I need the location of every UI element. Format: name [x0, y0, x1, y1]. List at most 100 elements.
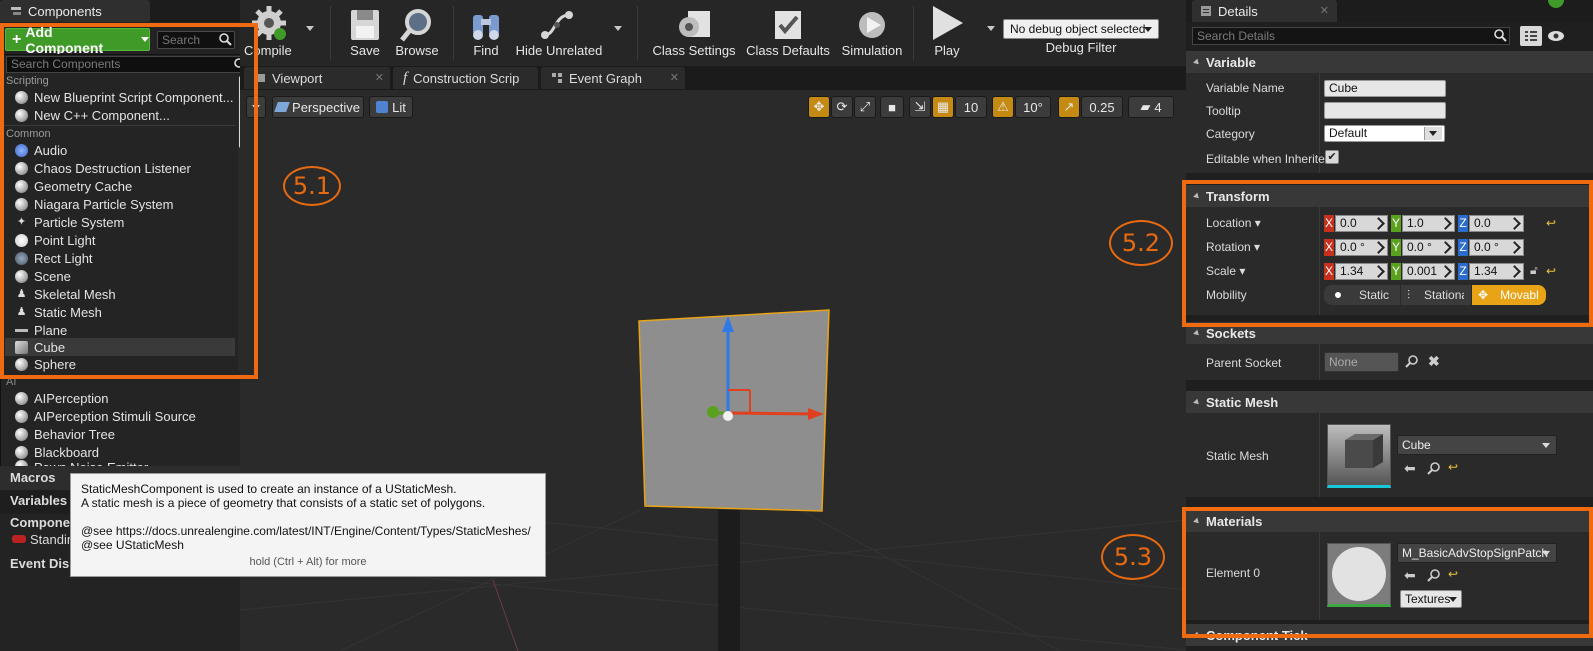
close-icon[interactable]: ✕ — [1320, 4, 1329, 17]
compile-options-chevron-icon[interactable] — [306, 26, 314, 31]
tab-event-graph[interactable]: Event Graph ✕ — [541, 67, 685, 89]
location-y-field[interactable]: 1.0 — [1402, 215, 1455, 232]
play-options-chevron-icon[interactable] — [987, 26, 995, 31]
viewport-options-button[interactable] — [246, 96, 266, 118]
reset-arrow-icon[interactable]: ↩ — [1546, 216, 1556, 230]
parent-socket-field[interactable]: None — [1324, 352, 1399, 372]
tab-viewport[interactable]: Viewport ✕ — [244, 67, 390, 89]
add-component-button[interactable]: + Add Component — [5, 24, 150, 56]
location-x-field[interactable]: 0.0 — [1335, 215, 1388, 232]
reset-arrow-icon[interactable]: ↩ — [1546, 264, 1556, 278]
rotate-mode-icon[interactable]: ⟳ — [831, 96, 853, 118]
use-selected-arrow-icon[interactable]: ⬅ — [1404, 460, 1416, 477]
search-components-input[interactable]: Search Components — [6, 56, 251, 73]
search-icon[interactable] — [1494, 29, 1507, 42]
list-item[interactable]: Niagara Particle System — [5, 195, 235, 213]
components-category-label[interactable]: Components — [10, 515, 70, 530]
mobility-stationary-option[interactable]: ⫶ Stationary — [1401, 285, 1471, 305]
sockets-section-header[interactable]: Sockets — [1186, 322, 1593, 344]
debug-object-select[interactable]: No debug object selected — [1003, 19, 1159, 39]
textures-button[interactable]: Textures — [1400, 590, 1462, 608]
rotation-x-field[interactable]: 0.0 ° — [1335, 239, 1388, 256]
eye-icon[interactable] — [1547, 30, 1565, 42]
list-item[interactable]: Chaos Destruction Listener — [5, 159, 235, 177]
list-item[interactable]: Point Light — [5, 231, 235, 249]
variable-standing[interactable]: Standing — [30, 532, 70, 547]
search-details-input[interactable]: Search Details — [1192, 27, 1510, 45]
tab-components[interactable]: Components — [0, 0, 150, 22]
lit-mode-button[interactable]: Lit — [369, 96, 413, 118]
rotation-label[interactable]: Rotation ▾ — [1206, 240, 1260, 254]
mobility-static-option[interactable]: Static — [1324, 285, 1400, 305]
reset-arrow-icon[interactable]: ↩ — [1448, 567, 1458, 581]
list-item[interactable]: Sphere — [5, 355, 235, 373]
tab-details[interactable]: Details ✕ — [1192, 0, 1337, 22]
location-z-field[interactable]: 0.0 — [1469, 215, 1524, 232]
lock-icon[interactable]: 🔓︎ — [1530, 263, 1538, 278]
list-item-selected[interactable]: Cube — [5, 338, 235, 356]
static-mesh-thumbnail[interactable] — [1327, 424, 1391, 488]
tooltip-field[interactable] — [1324, 102, 1446, 119]
list-item[interactable]: Rect Light — [5, 249, 235, 267]
materials-section-header[interactable]: Materials — [1186, 510, 1593, 532]
material-thumbnail[interactable] — [1327, 543, 1391, 607]
scale-snap-value[interactable]: 0.25 — [1081, 96, 1123, 118]
category-select[interactable]: Default — [1324, 125, 1445, 142]
location-label[interactable]: Location ▾ — [1206, 216, 1261, 230]
list-item[interactable]: Geometry Cache — [5, 177, 235, 195]
camera-speed-button[interactable]: ▰ 4 — [1128, 96, 1174, 118]
variable-name-field[interactable]: Cube — [1324, 80, 1446, 97]
browse-search-icon[interactable] — [1427, 461, 1441, 475]
hide-unrelated-chevron-icon[interactable] — [614, 26, 622, 31]
close-icon[interactable]: ✕ — [670, 71, 679, 84]
list-item[interactable]: ♟ Static Mesh — [5, 303, 235, 321]
scale-label[interactable]: Scale ▾ — [1206, 264, 1245, 278]
property-matrix-icon[interactable] — [1520, 26, 1542, 46]
static-mesh-select[interactable]: Cube — [1397, 435, 1557, 455]
list-item[interactable]: Blackboard — [5, 443, 235, 461]
mobility-movable-option[interactable]: ✥ Movable — [1472, 285, 1546, 305]
event-dispatchers-label[interactable]: Event Dispatchers — [10, 556, 70, 571]
play-button[interactable]: Play — [924, 0, 970, 64]
close-icon[interactable]: ✕ — [375, 71, 384, 84]
rotation-snap-icon[interactable]: ⚠ — [992, 96, 1014, 118]
browse-search-icon[interactable] — [1427, 568, 1441, 582]
search-icon[interactable] — [1405, 354, 1419, 368]
list-item[interactable]: Behavior Tree — [5, 425, 235, 443]
class-settings-button[interactable]: Class Settings — [652, 0, 736, 64]
search-icon[interactable] — [219, 33, 232, 46]
save-button[interactable]: Save — [341, 0, 389, 64]
list-item[interactable]: ♟ Skeletal Mesh — [5, 285, 235, 303]
component-tick-section-header[interactable]: Component Tick — [1186, 624, 1593, 646]
world-local-icon[interactable]: ■ — [880, 96, 904, 118]
surface-snap-icon[interactable]: ⇲ — [909, 96, 931, 118]
simulation-button[interactable]: Simulation — [838, 0, 906, 64]
compile-button[interactable]: Compile — [240, 0, 298, 64]
tab-construction-script[interactable]: f Construction Scrip — [393, 67, 538, 89]
variable-section-header[interactable]: Variable — [1186, 51, 1593, 73]
static-mesh-section-header[interactable]: Static Mesh — [1186, 391, 1593, 413]
material-select[interactable]: M_BasicAdvStopSignPatch — [1397, 543, 1557, 563]
rotation-z-field[interactable]: 0.0 ° — [1469, 239, 1524, 256]
scale-snap-icon[interactable]: ↗ — [1058, 96, 1080, 118]
scale-z-field[interactable]: 1.34 — [1469, 263, 1524, 280]
scale-mode-icon[interactable]: ⤢ — [854, 96, 876, 118]
list-item[interactable]: AIPerception — [5, 389, 235, 407]
transform-section-header[interactable]: Transform — [1186, 185, 1593, 207]
list-item[interactable]: Plane — [5, 321, 235, 339]
list-item[interactable]: ✦ Particle System — [5, 213, 235, 231]
editable-when-inherited-checkbox[interactable]: ✔ — [1325, 150, 1339, 164]
list-item[interactable]: New Blueprint Script Component... — [5, 88, 235, 106]
translate-mode-icon[interactable]: ✥ — [808, 96, 830, 118]
clear-x-icon[interactable]: ✖ — [1428, 353, 1440, 370]
list-item[interactable]: Audio — [5, 141, 235, 159]
rotation-y-field[interactable]: 0.0 ° — [1402, 239, 1455, 256]
hide-unrelated-button[interactable]: Hide Unrelated — [515, 0, 603, 64]
list-item[interactable]: AIPerception Stimuli Source — [5, 407, 235, 425]
perspective-button[interactable]: Perspective — [272, 96, 364, 118]
list-item[interactable]: Scene — [5, 267, 235, 285]
rotation-snap-value[interactable]: 10° — [1015, 96, 1051, 118]
browse-button[interactable]: Browse — [390, 0, 444, 64]
class-defaults-button[interactable]: Class Defaults — [745, 0, 831, 64]
reset-arrow-icon[interactable]: ↩ — [1448, 460, 1458, 474]
